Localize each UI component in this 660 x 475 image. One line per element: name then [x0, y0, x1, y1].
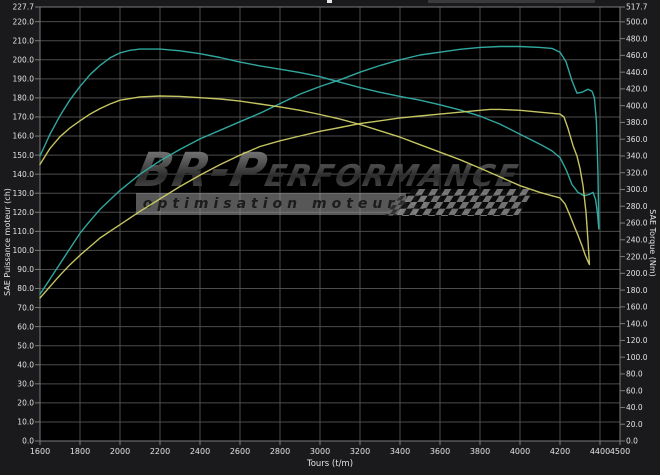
window-top-dot [327, 0, 332, 3]
chart-curves-layer [39, 45, 600, 299]
dyno-chart-screen: 227.7 220.0 210.0 200.0 190.0 180.0 170.0 160.0… [0, 0, 660, 475]
curve-power-yellow [39, 108, 591, 299]
curve-torque-cyan [39, 48, 600, 230]
window-top-remnant [428, 0, 595, 3]
curve-torque-yellow [39, 95, 591, 266]
curve-power-cyan [39, 45, 600, 295]
